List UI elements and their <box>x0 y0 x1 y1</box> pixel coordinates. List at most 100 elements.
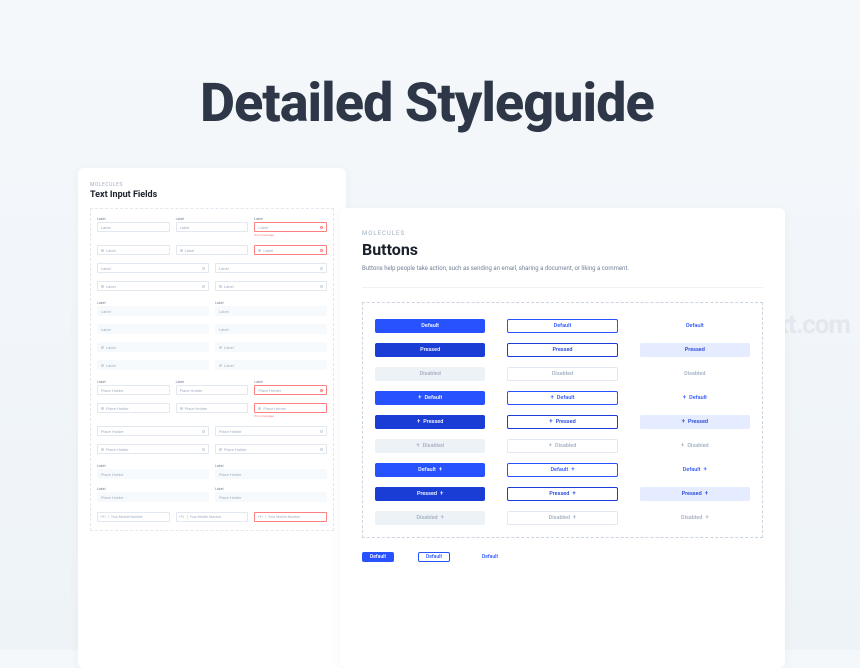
primary-button-icon-left-default[interactable]: +Default <box>375 391 485 405</box>
text-field-filled[interactable]: Label <box>215 324 327 334</box>
outline-button-default[interactable]: Default <box>507 319 617 333</box>
ghost-button-icon-right-default[interactable]: Default+ <box>640 463 750 477</box>
text-field[interactable]: Label <box>215 263 327 273</box>
primary-button-icon-right-default[interactable]: Default+ <box>375 463 485 477</box>
text-field-filled[interactable]: Label <box>97 324 209 334</box>
field-label: Label <box>97 487 209 491</box>
input-icon <box>219 364 222 367</box>
trailing-icon <box>320 267 323 270</box>
text-field-icon[interactable]: Place Holder <box>97 403 170 413</box>
text-field-filled-icon[interactable]: Label <box>215 360 327 370</box>
outline-button-pressed[interactable]: Pressed <box>507 343 617 357</box>
phone-field[interactable]: +91Your Mobile Number <box>176 512 249 522</box>
outline-button-small[interactable]: Default <box>418 552 450 562</box>
small-button-row: Default Default Default <box>362 552 763 562</box>
text-field-filled[interactable]: Label <box>215 306 327 316</box>
field-label: Label <box>97 217 170 221</box>
text-field-icon[interactable]: Place Holder <box>215 444 327 454</box>
ghost-button-icon-right-disabled: Disabled+ <box>640 511 750 525</box>
card-description: Buttons help people take action, such as… <box>362 265 662 273</box>
primary-button-small[interactable]: Default <box>362 552 394 562</box>
input-icon <box>101 285 104 288</box>
primary-button-icon-left-pressed[interactable]: +Pressed <box>375 415 485 429</box>
input-icon <box>101 346 104 349</box>
field-label: Label <box>254 380 327 384</box>
field-label: Label <box>176 380 249 384</box>
country-code[interactable]: +91 <box>257 515 266 519</box>
text-field-icon-error[interactable]: Place Holder <box>254 403 327 413</box>
field-label: Label <box>176 217 249 221</box>
text-field[interactable]: Place Holder <box>97 385 170 395</box>
buttons-card: MOLECULES Buttons Buttons help people ta… <box>340 208 785 668</box>
plus-icon: + <box>683 395 686 401</box>
input-icon <box>101 448 104 451</box>
phone-field-error[interactable]: +91Your Mobile Number <box>254 512 327 522</box>
input-icon <box>219 448 222 451</box>
field-label: Label <box>215 487 327 491</box>
outline-button-icon-left-pressed[interactable]: +Pressed <box>507 415 617 429</box>
text-field-icon[interactable]: Place Holder <box>176 403 249 413</box>
card-overline: MOLECULES <box>362 230 763 237</box>
text-field-filled[interactable]: Label <box>97 306 209 316</box>
outline-button-icon-right-default[interactable]: Default+ <box>507 463 617 477</box>
primary-button-default[interactable]: Default <box>375 319 485 333</box>
primary-button-icon-right-disabled: Disabled+ <box>375 511 485 525</box>
plus-icon: + <box>416 443 419 449</box>
text-field-filled[interactable]: Place Holder <box>215 492 327 502</box>
text-field[interactable]: Place Holder <box>97 426 209 436</box>
text-field[interactable]: Place Holder <box>215 426 327 436</box>
trailing-icon <box>320 430 323 433</box>
text-field[interactable]: Place Holder <box>176 385 249 395</box>
field-label: Label <box>97 301 209 305</box>
plus-icon: + <box>439 467 442 473</box>
text-input-fields-card: MOLECULES Text Input Fields LabelLabel L… <box>78 168 346 668</box>
trailing-icon <box>202 267 205 270</box>
field-label: Label <box>215 301 327 305</box>
input-icon <box>180 249 183 252</box>
plus-icon: + <box>705 515 708 521</box>
page-title: Detailed Styleguide <box>200 72 654 135</box>
primary-button-disabled: Disabled <box>375 367 485 381</box>
text-field-icon[interactable]: Place Holder <box>97 444 209 454</box>
phone-field[interactable]: +91Your Mobile Number <box>97 512 170 522</box>
text-field-filled[interactable]: Place Holder <box>97 469 209 479</box>
input-showcase: LabelLabel LabelLabel LabelLabelError me… <box>90 208 334 531</box>
country-code[interactable]: +91 <box>100 515 109 519</box>
field-label: Label <box>97 464 209 468</box>
text-field-icon[interactable]: Label <box>97 245 170 255</box>
plus-icon: + <box>549 443 552 449</box>
country-code[interactable]: +91 <box>179 515 188 519</box>
input-icon <box>258 249 261 252</box>
ghost-button-icon-left-default[interactable]: +Default <box>640 391 750 405</box>
primary-button-pressed[interactable]: Pressed <box>375 343 485 357</box>
outline-button-icon-right-pressed[interactable]: Pressed+ <box>507 487 617 501</box>
watermark-text: xt.com <box>776 310 850 340</box>
text-field-icon[interactable]: Label <box>215 281 327 291</box>
primary-button-icon-right-pressed[interactable]: Pressed+ <box>375 487 485 501</box>
ghost-button-icon-right-pressed[interactable]: Pressed+ <box>640 487 750 501</box>
input-icon <box>101 364 104 367</box>
text-field-filled-icon[interactable]: Label <box>97 360 209 370</box>
ghost-button-icon-left-pressed[interactable]: +Pressed <box>640 415 750 429</box>
text-field-error[interactable]: Place Holder <box>254 385 327 395</box>
text-field-filled[interactable]: Place Holder <box>215 469 327 479</box>
text-field[interactable]: Label <box>176 222 249 232</box>
ghost-button-small[interactable]: Default <box>474 552 506 562</box>
text-field[interactable]: Label <box>97 263 209 273</box>
text-field-filled-icon[interactable]: Label <box>215 342 327 352</box>
text-field-filled[interactable]: Place Holder <box>97 492 209 502</box>
plus-icon: + <box>573 515 576 521</box>
text-field[interactable]: Label <box>97 222 170 232</box>
text-field-icon-error[interactable]: Label <box>254 245 327 255</box>
text-field-icon[interactable]: Label <box>97 281 209 291</box>
ghost-button-disabled: Disabled <box>640 367 750 381</box>
ghost-button-default[interactable]: Default <box>640 319 750 333</box>
plus-icon: + <box>681 443 684 449</box>
error-icon <box>320 249 323 252</box>
plus-icon: + <box>571 467 574 473</box>
text-field-filled-icon[interactable]: Label <box>97 342 209 352</box>
text-field-icon[interactable]: Label <box>176 245 249 255</box>
ghost-button-pressed[interactable]: Pressed <box>640 343 750 357</box>
text-field-error[interactable]: Label <box>254 222 327 232</box>
outline-button-icon-left-default[interactable]: +Default <box>507 391 617 405</box>
